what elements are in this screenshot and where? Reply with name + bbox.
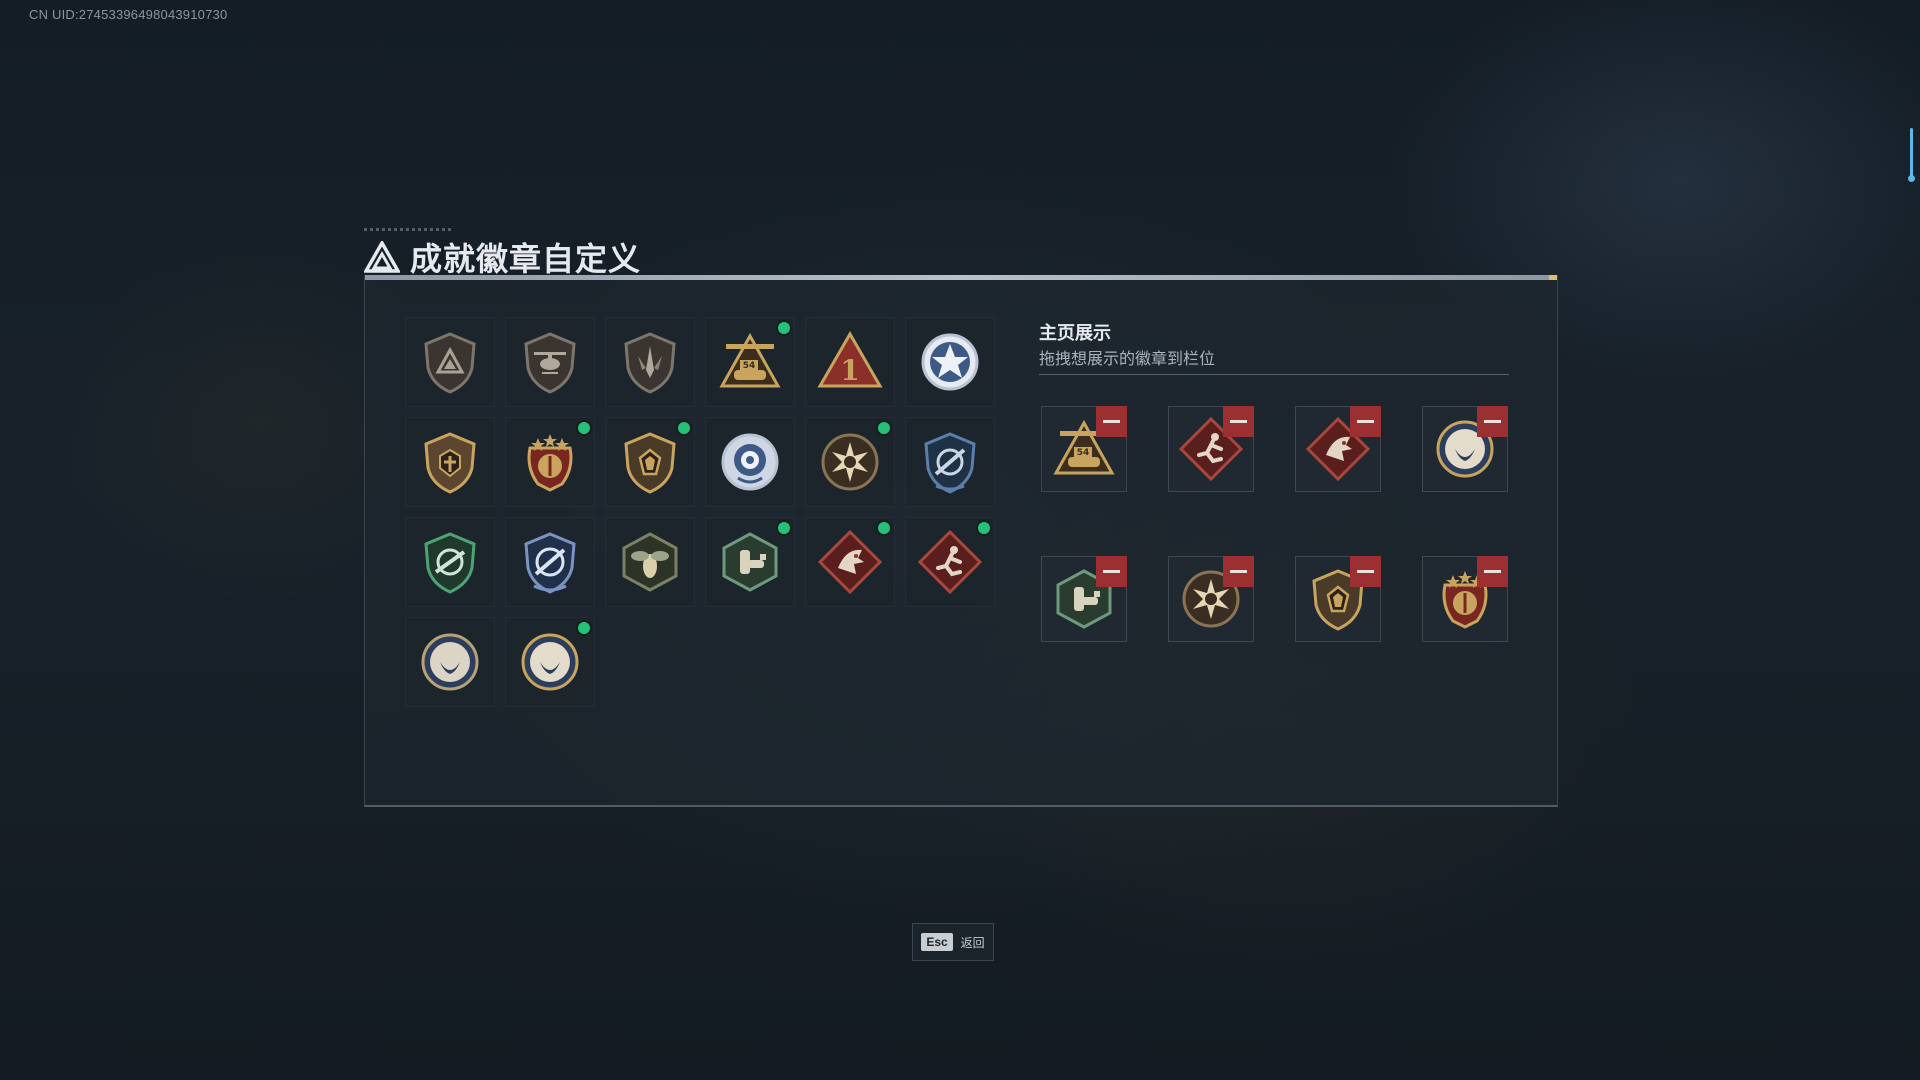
badge-panel: 54 1 主页展示 拖拽想展示的徽章到栏位 54 (364, 275, 1558, 807)
showcase-slot[interactable] (1168, 556, 1254, 642)
badge-cell[interactable] (505, 417, 595, 507)
svg-text:1: 1 (840, 354, 859, 387)
showcase-slot[interactable] (1295, 556, 1381, 642)
rose-emblem-badge-icon (721, 433, 779, 491)
badge-cell[interactable] (405, 517, 495, 607)
badge-cell[interactable] (605, 417, 695, 507)
runner-badge-icon (917, 529, 983, 595)
page-header: 成就徽章自定义 (364, 234, 641, 280)
new-indicator-dot (778, 322, 790, 334)
uid-label: CN UID:274533964980439107​30 (29, 7, 228, 22)
minus-icon (1230, 420, 1247, 423)
badge-cell[interactable] (605, 317, 695, 407)
showcase-title: 主页展示 (1039, 323, 1111, 343)
badge-cell[interactable] (905, 317, 995, 407)
green-rifle-badge-icon (424, 532, 476, 594)
crosshair-shield-badge-icon (924, 432, 976, 494)
badge-cell[interactable] (705, 517, 795, 607)
minus-icon (1230, 570, 1247, 573)
triangle-logo-icon (364, 241, 400, 273)
title-decoration (364, 228, 454, 231)
remove-badge-button[interactable] (1096, 406, 1127, 437)
scroll-indicator (1908, 128, 1915, 182)
badge-cell[interactable] (505, 517, 595, 607)
badge-cell[interactable] (405, 417, 495, 507)
new-indicator-dot (978, 522, 990, 534)
badge-grid: 54 1 (405, 317, 995, 707)
bronze-shield-badge-icon (424, 432, 476, 494)
badge-cell[interactable] (405, 617, 495, 707)
new-indicator-dot (878, 522, 890, 534)
badge-cell[interactable] (905, 517, 995, 607)
minus-icon (1103, 570, 1120, 573)
svg-text:54: 54 (743, 361, 756, 371)
blade-shield-badge-icon (624, 332, 676, 394)
remove-badge-button[interactable] (1350, 556, 1381, 587)
dragon-badge-icon (817, 529, 883, 595)
new-indicator-dot (578, 622, 590, 634)
mech-arm-badge-icon (722, 532, 778, 592)
minus-icon (1484, 420, 1501, 423)
badge-cell[interactable] (405, 317, 495, 407)
badge-cell[interactable] (605, 517, 695, 607)
minus-icon (1357, 570, 1374, 573)
showcase-slot[interactable] (1168, 406, 1254, 492)
rank-1-badge-icon: 1 (817, 330, 883, 388)
remove-badge-button[interactable] (1350, 406, 1381, 437)
badge-cell[interactable] (905, 417, 995, 507)
minus-icon (1103, 420, 1120, 423)
badge-cell[interactable] (505, 317, 595, 407)
minus-icon (1357, 420, 1374, 423)
minus-icon (1484, 570, 1501, 573)
laurel-shield-badge-icon (527, 434, 573, 492)
remove-badge-button[interactable] (1096, 556, 1127, 587)
wasp-badge-icon (622, 532, 678, 592)
showcase-slot[interactable]: 54 (1041, 406, 1127, 492)
badge-cell[interactable] (805, 417, 895, 507)
back-label: 返回 (960, 935, 985, 950)
panel-top-bar (365, 275, 1557, 280)
showcase-divider (1039, 374, 1509, 375)
new-indicator-dot (778, 522, 790, 534)
tank-54-badge-icon: 54 (719, 332, 781, 388)
helicopter-shield-badge-icon (524, 332, 576, 394)
badge-cell[interactable] (705, 417, 795, 507)
blue-crosshair-badge-icon (524, 532, 576, 594)
badge-cell[interactable] (805, 517, 895, 607)
sunburst-badge-icon (821, 433, 879, 491)
triangle-shield-badge-icon (424, 332, 476, 394)
new-indicator-dot (578, 422, 590, 434)
new-indicator-dot (678, 422, 690, 434)
remove-badge-button[interactable] (1223, 406, 1254, 437)
esc-key-icon: Esc (921, 933, 953, 951)
showcase-slot[interactable] (1295, 406, 1381, 492)
back-button[interactable]: Esc 返回 (912, 923, 994, 961)
remove-badge-button[interactable] (1223, 556, 1254, 587)
page-title: 成就徽章自定义 (410, 241, 642, 277)
remove-badge-button[interactable] (1477, 406, 1508, 437)
gem-shield-badge-icon (624, 432, 676, 494)
remove-badge-button[interactable] (1477, 556, 1508, 587)
star-emblem-badge-icon (921, 333, 979, 391)
wolf-emblem-badge-icon (421, 633, 479, 691)
wolf-emblem-gold-badge-icon (521, 633, 579, 691)
svg-text:54: 54 (1077, 448, 1090, 458)
new-indicator-dot (878, 422, 890, 434)
badge-cell[interactable]: 1 (805, 317, 895, 407)
showcase-slots: 54 (1041, 406, 1508, 642)
showcase-subtitle: 拖拽想展示的徽章到栏位 (1039, 351, 1216, 368)
badge-cell[interactable]: 54 (705, 317, 795, 407)
showcase-slot[interactable] (1422, 556, 1508, 642)
showcase-slot[interactable] (1422, 406, 1508, 492)
badge-cell[interactable] (505, 617, 595, 707)
showcase-slot[interactable] (1041, 556, 1127, 642)
